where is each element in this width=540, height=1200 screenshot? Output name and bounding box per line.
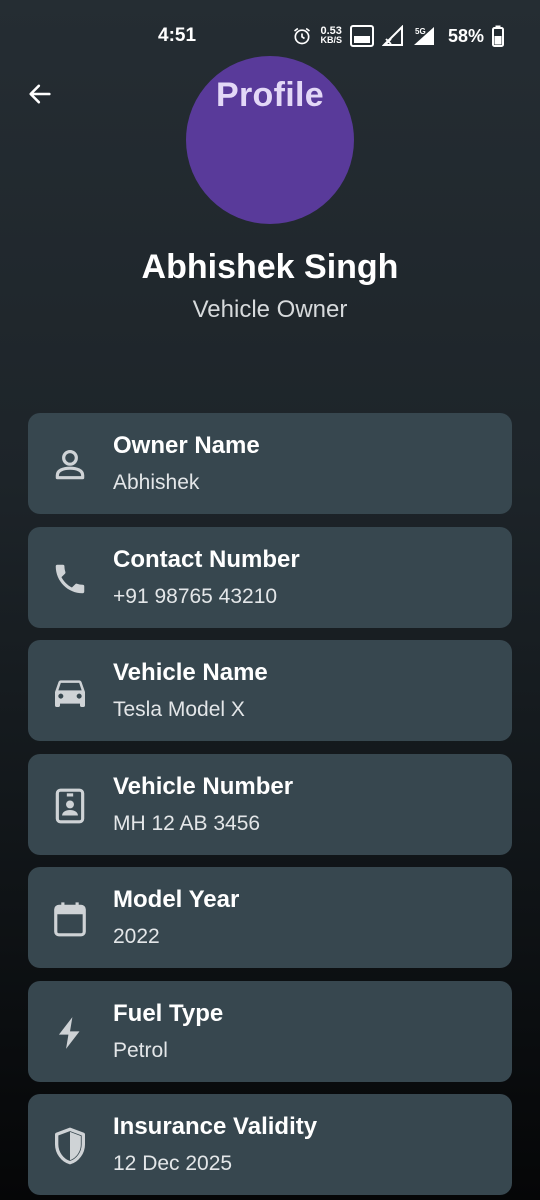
network-label: 5G — [415, 27, 426, 36]
card-value: MH 12 AB 3456 — [113, 811, 261, 835]
vehicle-number-card[interactable]: Vehicle Number MH 12 AB 3456 — [28, 753, 512, 855]
card-value: 2022 — [113, 925, 160, 948]
card-value: +91 98765 43210 — [113, 584, 278, 608]
network-5g-icon: 5G — [412, 25, 436, 47]
card-value: Abhishek — [113, 471, 200, 494]
card-value: 12 Dec 2025 — [113, 1152, 233, 1175]
bolt-icon — [50, 1013, 90, 1053]
fuel-type-card[interactable]: Fuel Type Petrol — [28, 980, 512, 1082]
calendar-icon — [50, 899, 90, 939]
badge-icon — [50, 786, 90, 826]
vehicle-name-card[interactable]: Vehicle Name Tesla Model X — [28, 640, 512, 741]
card-value: Petrol — [113, 1038, 168, 1062]
car-icon — [50, 672, 90, 712]
alarm-icon — [292, 26, 312, 46]
model-year-card[interactable]: Model Year 2022 — [28, 867, 512, 968]
status-icons: 0.53 KB/S 5G 58% — [292, 24, 504, 48]
shield-icon — [50, 1126, 90, 1166]
battery-percent: 58% — [447, 25, 484, 46]
phone-icon — [50, 559, 90, 599]
card-label: Vehicle Name — [113, 659, 268, 686]
details-list: Owner Name Abhishek Contact Number +91 9… — [28, 413, 512, 1200]
owner-name-card[interactable]: Owner Name Abhishek — [28, 413, 512, 514]
card-value: Tesla Model X — [113, 698, 245, 721]
card-label: Owner Name — [113, 432, 260, 459]
profile-role: Vehicle Owner — [192, 296, 348, 323]
card-label: Insurance Validity — [113, 1113, 318, 1140]
page-title: Profile — [216, 76, 324, 114]
contact-number-card[interactable]: Contact Number +91 98765 43210 — [28, 526, 512, 628]
battery-icon — [492, 25, 504, 47]
person-icon — [50, 445, 90, 485]
status-time: 4:51 — [158, 25, 197, 46]
card-label: Vehicle Number — [113, 772, 294, 800]
speed-unit: KB/S — [320, 35, 342, 45]
card-label: Fuel Type — [113, 999, 224, 1027]
signal-icon — [381, 25, 404, 47]
profile-name: Abhishek Singh — [141, 248, 399, 286]
card-label: Model Year — [113, 886, 240, 913]
insurance-validity-card[interactable]: Insurance Validity 12 Dec 2025 — [28, 1094, 512, 1195]
volte-icon — [349, 25, 374, 47]
card-label: Contact Number — [113, 545, 300, 573]
network-speed: 0.53 KB/S — [320, 26, 342, 45]
